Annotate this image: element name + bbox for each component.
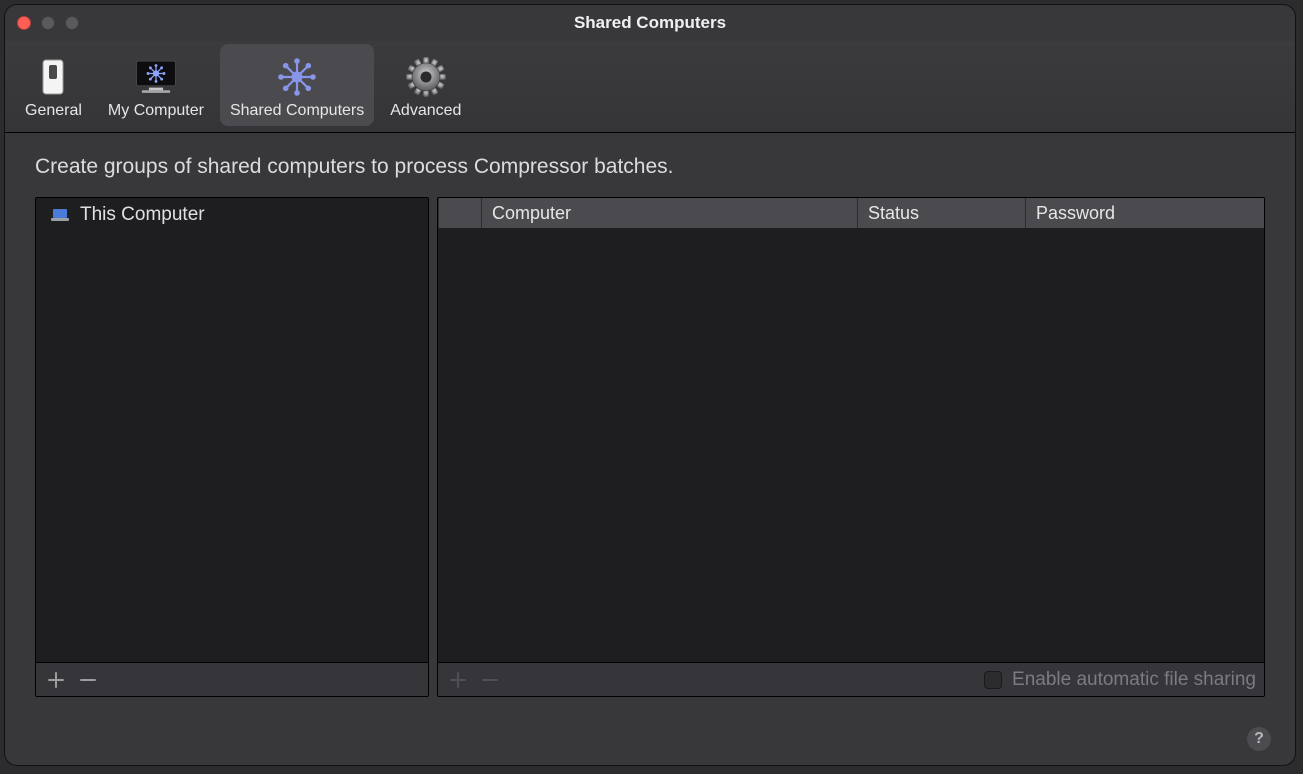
- enable-file-sharing-label: Enable automatic file sharing: [1012, 669, 1256, 691]
- groups-pane-footer: [36, 662, 428, 696]
- preferences-window: Shared Computers General: [5, 5, 1295, 765]
- tab-label: Advanced: [390, 102, 461, 120]
- tab-my-computer[interactable]: My Computer: [98, 44, 214, 126]
- remove-group-button[interactable]: [76, 668, 100, 692]
- table-header-computer[interactable]: Computer: [482, 198, 858, 228]
- groups-pane: This Computer: [35, 197, 429, 697]
- table-header-password[interactable]: Password: [1026, 198, 1264, 228]
- computers-table-body[interactable]: [438, 228, 1264, 662]
- slider-icon: [30, 56, 76, 98]
- enable-file-sharing-row[interactable]: Enable automatic file sharing: [984, 669, 1256, 691]
- page-description: Create groups of shared computers to pro…: [35, 155, 1265, 179]
- tab-label: My Computer: [108, 102, 204, 120]
- groups-list-item-label: This Computer: [80, 204, 205, 226]
- monitor-node-icon: [133, 56, 179, 98]
- help-button[interactable]: ?: [1247, 727, 1271, 751]
- groups-list[interactable]: This Computer: [36, 198, 428, 662]
- preferences-toolbar: General: [5, 41, 1295, 133]
- window-controls: [17, 16, 79, 30]
- split-panes: This Computer Computer Status: [35, 197, 1265, 697]
- remove-computer-button[interactable]: [478, 668, 502, 692]
- add-group-button[interactable]: [44, 668, 68, 692]
- groups-list-item[interactable]: This Computer: [36, 198, 428, 232]
- computers-pane: Computer Status Password Enable auto: [437, 197, 1265, 697]
- tab-label: Shared Computers: [230, 102, 364, 120]
- window-title: Shared Computers: [5, 13, 1295, 33]
- tab-label: General: [25, 102, 82, 120]
- content-area: Create groups of shared computers to pro…: [5, 133, 1295, 705]
- laptop-icon: [50, 208, 70, 222]
- titlebar: Shared Computers: [5, 5, 1295, 41]
- table-header-status[interactable]: Status: [858, 198, 1026, 228]
- enable-file-sharing-checkbox[interactable]: [984, 671, 1002, 689]
- computers-pane-footer: Enable automatic file sharing: [438, 662, 1264, 696]
- gear-icon: [403, 56, 449, 98]
- close-window-button[interactable]: [17, 16, 31, 30]
- table-header-row: Computer Status Password: [438, 198, 1264, 228]
- add-computer-button[interactable]: [446, 668, 470, 692]
- tab-shared-computers[interactable]: Shared Computers: [220, 44, 374, 126]
- minimize-window-button[interactable]: [41, 16, 55, 30]
- zoom-window-button[interactable]: [65, 16, 79, 30]
- tab-general[interactable]: General: [15, 44, 92, 126]
- table-header-spacer: [438, 198, 482, 228]
- help-icon: ?: [1254, 730, 1264, 748]
- network-node-icon: [274, 56, 320, 98]
- tab-advanced[interactable]: Advanced: [380, 44, 471, 126]
